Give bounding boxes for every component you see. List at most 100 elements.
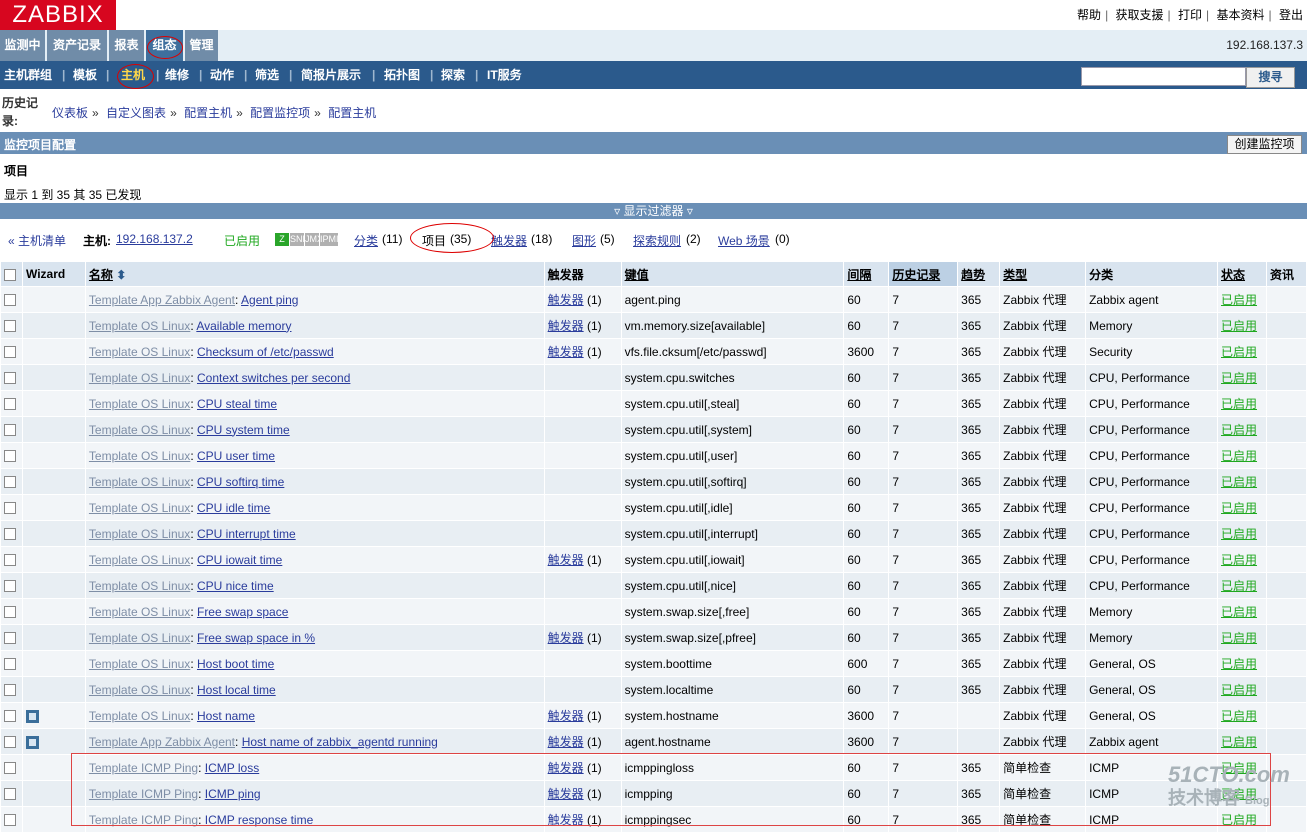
item-name-link[interactable]: CPU softirq time [197,475,284,489]
row-checkbox[interactable] [0,806,23,833]
template-link[interactable]: Template OS Linux [89,475,190,489]
crumb-dashboard[interactable]: 仪表板 [52,106,88,120]
status-toggle-link[interactable]: 已启用 [1221,501,1257,515]
template-link[interactable]: Template OS Linux [89,371,190,385]
template-link[interactable]: Template OS Linux [89,657,190,671]
status-toggle-link[interactable]: 已启用 [1221,553,1257,567]
discovery-rules-link[interactable]: 探索规则 [633,232,681,249]
row-checkbox[interactable] [0,572,23,599]
template-link[interactable]: Template OS Linux [89,397,190,411]
col-history[interactable]: 历史记录 [888,261,959,287]
col-interval[interactable]: 间隔 [843,261,890,287]
template-link[interactable]: Template OS Linux [89,319,190,333]
crumb-config-items[interactable]: 配置监控项 [250,106,310,120]
item-triggers-link[interactable]: 触发器 [548,631,584,645]
submenu-discovery[interactable]: 探索 [441,61,465,89]
row-checkbox[interactable] [0,442,23,469]
status-toggle-link[interactable]: 已启用 [1221,657,1257,671]
crumb-custom-graphs[interactable]: 自定义图表 [106,106,166,120]
template-link[interactable]: Template OS Linux [89,579,190,593]
item-triggers-link[interactable]: 触发器 [548,709,584,723]
template-link[interactable]: Template OS Linux [89,501,190,515]
print-link[interactable]: 打印 [1178,8,1202,22]
status-toggle-link[interactable]: 已启用 [1221,735,1257,749]
status-toggle-link[interactable]: 已启用 [1221,631,1257,645]
row-checkbox[interactable] [0,780,23,807]
item-name-link[interactable]: CPU iowait time [197,553,282,567]
submenu-maintenance[interactable]: 维修 [165,61,189,89]
item-name-link[interactable]: Context switches per second [197,371,350,385]
row-checkbox[interactable] [0,312,23,339]
wizard-icon[interactable] [25,735,39,749]
item-name-link[interactable]: Checksum of /etc/passwd [197,345,334,359]
crumb-config-host-2[interactable]: 配置主机 [328,106,376,120]
item-triggers-link[interactable]: 触发器 [548,345,584,359]
item-name-link[interactable]: CPU interrupt time [197,527,296,541]
status-toggle-link[interactable]: 已启用 [1221,345,1257,359]
item-triggers-link[interactable]: 触发器 [548,553,584,567]
submenu-templates[interactable]: 模板 [73,61,97,89]
submenu-filters[interactable]: 筛选 [255,61,279,89]
template-link[interactable]: Template OS Linux [89,605,190,619]
item-name-link[interactable]: Agent ping [241,293,298,307]
row-checkbox[interactable] [0,390,23,417]
status-toggle-link[interactable]: 已启用 [1221,683,1257,697]
host-ip-link[interactable]: 192.168.137.2 [116,232,193,246]
status-toggle-link[interactable]: 已启用 [1221,319,1257,333]
search-input[interactable] [1081,67,1246,86]
submenu-actions[interactable]: 动作 [210,61,234,89]
template-link[interactable]: Template OS Linux [89,423,190,437]
row-checkbox[interactable] [0,728,23,755]
item-name-link[interactable]: CPU steal time [197,397,277,411]
status-toggle-link[interactable]: 已启用 [1221,527,1257,541]
status-toggle-link[interactable]: 已启用 [1221,293,1257,307]
row-checkbox[interactable] [0,754,23,781]
row-checkbox[interactable] [0,364,23,391]
col-type[interactable]: 类型 [999,261,1087,287]
triggers-link[interactable]: 触发器 [491,232,527,249]
support-link[interactable]: 获取支援 [1116,8,1164,22]
status-toggle-link[interactable]: 已启用 [1221,709,1257,723]
template-link[interactable]: Template OS Linux [89,553,190,567]
submenu-slides[interactable]: 简报片展示 [301,61,361,89]
submenu-itservices[interactable]: IT服务 [487,61,522,89]
zabbix-logo[interactable]: ZABBIX [0,0,116,30]
template-link[interactable]: Template OS Linux [89,631,190,645]
template-link[interactable]: Template OS Linux [89,527,190,541]
template-link[interactable]: Template OS Linux [89,683,190,697]
item-name-link[interactable]: Host name [197,709,255,723]
row-checkbox[interactable] [0,650,23,677]
status-toggle-link[interactable]: 已启用 [1221,371,1257,385]
item-name-link[interactable]: Host name of zabbix_agentd running [242,735,438,749]
status-toggle-link[interactable]: 已启用 [1221,449,1257,463]
template-link[interactable]: Template OS Linux [89,345,190,359]
item-name-link[interactable]: CPU nice time [197,579,274,593]
template-link[interactable]: Template App Zabbix Agent [89,735,235,749]
applications-link[interactable]: 分类 [354,232,378,249]
item-name-link[interactable]: Host boot time [197,657,274,671]
help-link[interactable]: 帮助 [1077,8,1101,22]
host-list-link[interactable]: « 主机清单 [8,232,66,249]
menu-monitoring[interactable]: 监测中 [0,30,45,61]
menu-inventory[interactable]: 资产记录 [47,30,107,61]
profile-link[interactable]: 基本资料 [1217,8,1265,22]
item-name-link[interactable]: Free swap space [197,605,288,619]
row-checkbox[interactable] [0,676,23,703]
row-checkbox[interactable] [0,338,23,365]
template-link[interactable]: Template OS Linux [89,709,190,723]
item-name-link[interactable]: CPU system time [197,423,290,437]
status-toggle-link[interactable]: 已启用 [1221,423,1257,437]
item-name-link[interactable]: Free swap space in % [197,631,315,645]
row-checkbox[interactable] [0,702,23,729]
row-checkbox[interactable] [0,520,23,547]
crumb-config-host[interactable]: 配置主机 [184,106,232,120]
status-toggle-link[interactable]: 已启用 [1221,475,1257,489]
filter-toggle[interactable]: ▿ 显示过滤器 ▿ [0,203,1307,219]
menu-administration[interactable]: 管理 [185,30,218,61]
select-all-checkbox[interactable] [0,261,23,287]
row-checkbox[interactable] [0,546,23,573]
status-toggle-link[interactable]: 已启用 [1221,605,1257,619]
item-name-link[interactable]: Host local time [197,683,276,697]
submenu-maps[interactable]: 拓扑图 [384,61,420,89]
web-scenarios-link[interactable]: Web 场景 [718,232,770,249]
